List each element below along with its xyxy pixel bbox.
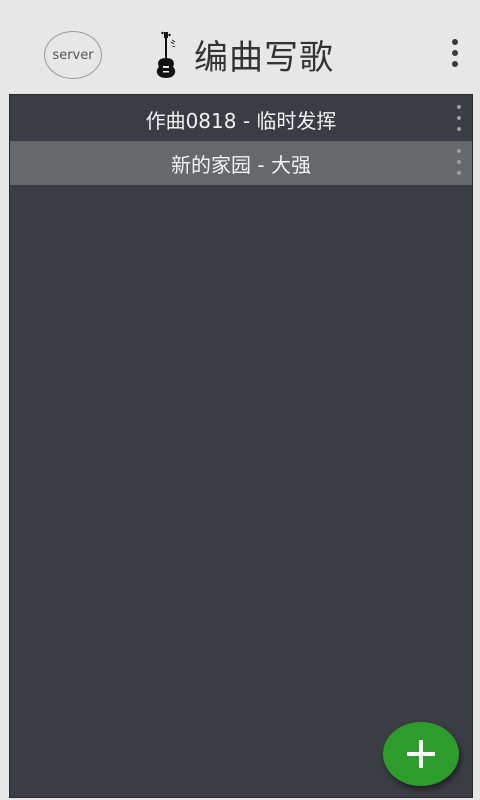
- menu-dot: [452, 61, 458, 67]
- song-list-item[interactable]: 作曲0818 - 临时发挥: [10, 97, 472, 141]
- row-more-icon[interactable]: [454, 105, 464, 131]
- guitar-icon: [156, 31, 176, 78]
- song-list-item-selected[interactable]: 新的家园 - 大强: [10, 141, 472, 185]
- song-title: 新的家园 - 大强: [171, 152, 311, 177]
- menu-dot: [452, 39, 458, 45]
- song-title: 作曲0818 - 临时发挥: [145, 108, 337, 133]
- plus-icon: [407, 740, 435, 768]
- app-title: 编曲写歌: [194, 38, 334, 78]
- add-song-button[interactable]: [383, 722, 459, 786]
- server-button[interactable]: server: [44, 31, 102, 79]
- server-button-label: server: [52, 47, 94, 63]
- menu-dot: [452, 50, 458, 56]
- overflow-menu-button[interactable]: [440, 36, 470, 70]
- row-more-icon[interactable]: [454, 149, 464, 175]
- song-list: 作曲0818 - 临时发挥 新的家园 - 大强: [9, 94, 473, 798]
- app-header: server 编曲写歌: [0, 0, 480, 94]
